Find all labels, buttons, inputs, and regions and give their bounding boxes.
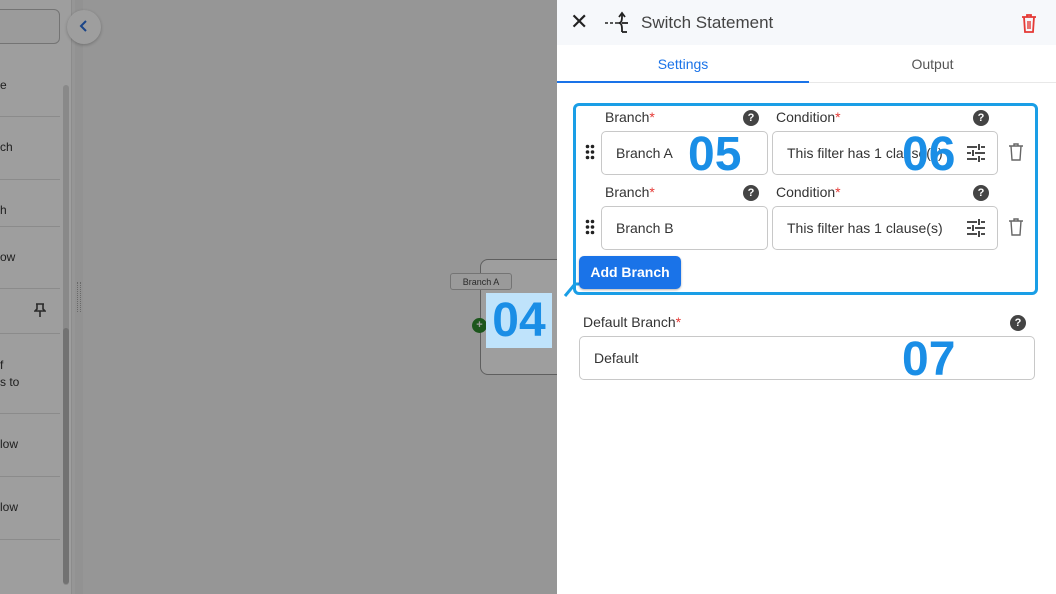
workflow-canvas-area: e ch h ow f s to low low Branch A + 04 [0, 0, 557, 594]
annotation-step-07: 07 [902, 333, 956, 386]
annotation-step-05: 05 [688, 128, 742, 181]
default-branch-input[interactable]: Default [579, 336, 1035, 380]
condition-filter-field[interactable]: This filter has 1 clause(s) [772, 131, 998, 175]
default-branch-label: Default Branch* [583, 314, 682, 330]
condition-label: Condition* [776, 109, 841, 125]
help-icon[interactable]: ? [743, 110, 759, 126]
filter-settings-icon[interactable] [966, 144, 986, 162]
modal-overlay[interactable] [0, 0, 557, 594]
delete-branch-icon[interactable] [1008, 143, 1024, 161]
delete-branch-icon[interactable] [1008, 218, 1024, 236]
add-branch-button[interactable]: Add Branch [579, 256, 681, 289]
condition-filter-field[interactable]: This filter has 1 clause(s) [772, 206, 998, 250]
help-icon[interactable]: ? [973, 185, 989, 201]
branch-label: Branch* [605, 109, 655, 125]
drag-handle-icon[interactable] [585, 219, 595, 235]
panel-title: Switch Statement [641, 13, 774, 32]
switch-statement-panel: ✕ Switch Statement Settings Output Branc… [557, 0, 1056, 594]
help-icon[interactable]: ? [1010, 315, 1026, 331]
filter-settings-icon[interactable] [966, 219, 986, 237]
drag-handle-icon[interactable] [585, 144, 595, 160]
tab-output[interactable]: Output [809, 45, 1056, 83]
help-icon[interactable]: ? [973, 110, 989, 126]
condition-label: Condition* [776, 184, 841, 200]
branch-name-input[interactable]: Branch A [601, 131, 768, 175]
panel-tabs: Settings Output [557, 45, 1056, 83]
switch-statement-icon [604, 11, 630, 35]
annotation-step-04: 04 [486, 293, 552, 348]
branch-label: Branch* [605, 184, 655, 200]
annotation-step-06: 06 [902, 128, 956, 181]
close-icon[interactable]: ✕ [570, 10, 588, 34]
delete-node-icon[interactable] [1019, 12, 1039, 34]
branch-name-input[interactable]: Branch B [601, 206, 768, 250]
tab-settings[interactable]: Settings [557, 45, 809, 83]
panel-header: ✕ Switch Statement [557, 0, 1056, 45]
help-icon[interactable]: ? [743, 185, 759, 201]
